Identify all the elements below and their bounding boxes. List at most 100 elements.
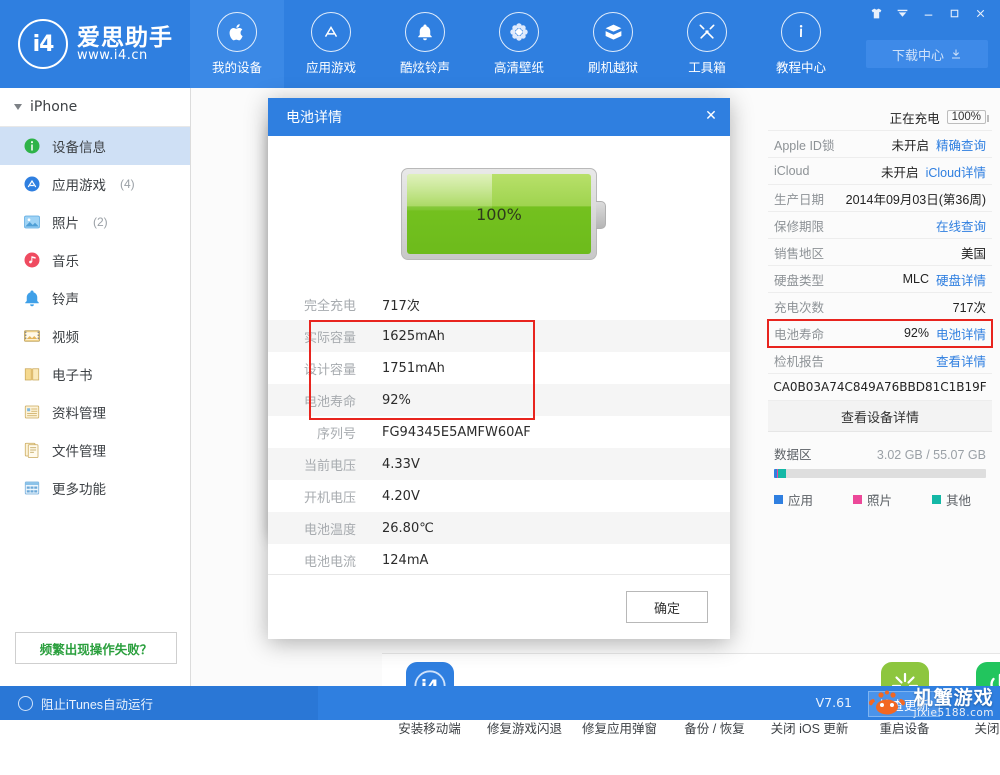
download-center-button[interactable]: 下载中心 <box>866 40 988 68</box>
status-bar: 阻止iTunes自动运行 V7.61 检查更新 机蟹游戏 jixie5188.c… <box>0 686 1000 720</box>
nav-label: 酷炫铃声 <box>400 57 450 76</box>
detail-value: 717次 <box>382 295 420 314</box>
window-controls <box>864 3 992 23</box>
battery-row-design-capacity: 设计容量 1751mAh <box>268 352 730 384</box>
close-icon[interactable]: ✕ <box>692 98 730 132</box>
tool-label: 修复应用弹窗 <box>582 718 657 737</box>
download-center-label: 下载中心 <box>892 45 944 64</box>
battery-shell: 100% <box>401 168 597 260</box>
logo-title: 爱思助手 <box>77 25 173 49</box>
nav-item-apps-games[interactable]: 应用游戏 <box>284 0 378 88</box>
book-icon <box>22 365 41 384</box>
nav-item-flash-jailbreak[interactable]: 刷机越狱 <box>566 0 660 88</box>
nav-label: 刷机越狱 <box>588 57 638 76</box>
battery-details-link[interactable]: 电池详情 <box>936 324 986 343</box>
minimize-icon[interactable] <box>916 3 940 23</box>
detail-value: 92% <box>382 393 411 408</box>
watermark: 机蟹游戏 jixie5188.com <box>866 689 994 719</box>
sidebar-item-more-features[interactable]: 更多功能 <box>0 469 190 507</box>
sidebar-item-ringtones[interactable]: 铃声 <box>0 279 190 317</box>
main-nav: 我的设备 应用游戏 酷炫铃声 高清壁纸 <box>190 0 848 88</box>
sidebar-item-label: 铃声 <box>52 288 79 308</box>
close-icon[interactable] <box>968 3 992 23</box>
detail-key: 完全充电 <box>268 295 356 314</box>
sidebar-item-device-info[interactable]: 设备信息 <box>0 127 190 165</box>
detail-value: 124mA <box>382 553 428 568</box>
file-icon <box>22 441 41 460</box>
nav-label: 教程中心 <box>776 57 826 76</box>
music-icon <box>22 251 41 270</box>
info-row-warranty: 保修期限 在线查询 <box>768 212 992 239</box>
sidebar-item-data-management[interactable]: 资料管理 <box>0 393 190 431</box>
info-value: 未开启 <box>881 162 919 181</box>
battery-row-full-charges: 完全充电 717次 <box>268 288 730 320</box>
skin-icon[interactable] <box>864 3 888 23</box>
info-value: 92% <box>904 326 929 340</box>
info-icon <box>781 12 821 52</box>
highlighted-capacity-group: 实际容量 1625mAh 设计容量 1751mAh 电池寿命 92% <box>268 320 730 416</box>
nav-label: 工具箱 <box>688 57 726 76</box>
exact-query-link[interactable]: 精确查询 <box>936 135 986 154</box>
tool-label: 修复游戏闪退 <box>487 718 562 737</box>
sidebar-device-title: iPhone <box>30 99 77 115</box>
sidebar-device-header[interactable]: iPhone <box>0 88 190 127</box>
icloud-details-link[interactable]: iCloud详情 <box>926 162 986 181</box>
photo-icon <box>22 213 41 232</box>
sidebar-item-file-management[interactable]: 文件管理 <box>0 431 190 469</box>
tool-label: 安装移动端 <box>398 718 461 737</box>
battery-row-current: 电池电流 124mA <box>268 544 730 576</box>
legend-item-photos: 照片 <box>853 490 892 509</box>
sidebar-help-label: 频繁出现操作失败？ <box>40 639 153 658</box>
nav-item-ringtones[interactable]: 酷炫铃声 <box>378 0 472 88</box>
dialog-footer: 确定 <box>268 574 730 639</box>
battery-row-battery-life: 电池寿命 92% <box>268 384 730 416</box>
tool-label: 关闭 iOS 更新 <box>771 718 849 737</box>
nav-item-toolbox[interactable]: 工具箱 <box>660 0 754 88</box>
info-row-production-date: 生产日期 2014年09月03日(第36周) <box>768 185 992 212</box>
more-icon <box>22 479 41 498</box>
tool-label: 备份 / 恢复 <box>684 718 744 737</box>
storage-label: 数据区 <box>774 444 812 463</box>
radio-icon <box>18 696 33 711</box>
sidebar-item-label: 照片 <box>52 212 79 232</box>
sidebar-item-videos[interactable]: 视频 <box>0 317 190 355</box>
crab-logo-icon <box>866 689 908 717</box>
sidebar-item-count: (4) <box>120 177 135 191</box>
view-device-details-button[interactable]: 查看设备详情 <box>768 401 992 432</box>
logo-mark-icon: i4 <box>18 19 68 69</box>
nav-item-wallpapers[interactable]: 高清壁纸 <box>472 0 566 88</box>
nav-label: 高清壁纸 <box>494 57 544 76</box>
sidebar-item-music[interactable]: 音乐 <box>0 241 190 279</box>
maximize-icon[interactable] <box>942 3 966 23</box>
battery-row-actual-capacity: 实际容量 1625mAh <box>268 320 730 352</box>
sidebar-item-label: 文件管理 <box>52 440 106 460</box>
online-query-link[interactable]: 在线查询 <box>936 216 986 235</box>
info-key: 充电次数 <box>774 297 824 316</box>
tool-label: 关闭设备 <box>974 718 1000 737</box>
nav-item-tutorials[interactable]: 教程中心 <box>754 0 848 88</box>
battery-gauge: 100% <box>268 148 730 280</box>
detail-key: 电池电流 <box>268 551 356 570</box>
sidebar-item-ebooks[interactable]: 电子书 <box>0 355 190 393</box>
block-itunes-label: 阻止iTunes自动运行 <box>41 694 153 713</box>
block-itunes-toggle[interactable]: 阻止iTunes自动运行 <box>0 686 318 720</box>
sidebar-item-label: 更多功能 <box>52 478 106 498</box>
info-row-disk-type: 硬盘类型 MLC 硬盘详情 <box>768 266 992 293</box>
view-details-link[interactable]: 查看详情 <box>936 351 986 370</box>
sidebar-item-photos[interactable]: 照片 (2) <box>0 203 190 241</box>
legend-label: 照片 <box>867 490 892 509</box>
detail-key: 开机电压 <box>268 487 356 506</box>
ok-button[interactable]: 确定 <box>626 591 708 623</box>
sidebar-item-apps-games[interactable]: 应用游戏 (4) <box>0 165 190 203</box>
info-row-icloud: iCloud 未开启 iCloud详情 <box>768 158 992 185</box>
sidebar-help-link[interactable]: 频繁出现操作失败？ <box>15 632 177 664</box>
nav-item-my-device[interactable]: 我的设备 <box>190 0 284 88</box>
disk-details-link[interactable]: 硬盘详情 <box>936 270 986 289</box>
detail-key: 电池温度 <box>268 519 356 538</box>
menu-dropdown-icon[interactable] <box>890 3 914 23</box>
detail-key: 当前电压 <box>268 455 356 474</box>
app-header: i4 爱思助手 www.i4.cn 我的设备 应用游戏 <box>0 0 1000 88</box>
sidebar-item-label: 音乐 <box>52 250 79 270</box>
sidebar-item-label: 设备信息 <box>52 136 106 156</box>
info-row-charging: 正在充电 100% <box>768 104 992 131</box>
